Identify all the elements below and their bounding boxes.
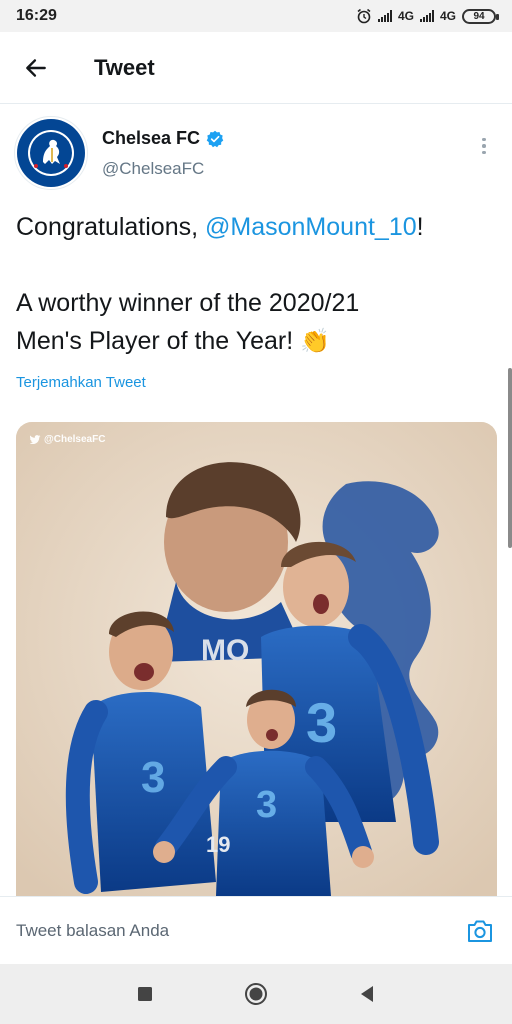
scrollbar[interactable] <box>508 368 512 548</box>
network-label-2: 4G <box>439 9 456 23</box>
back-button[interactable] <box>0 32 72 104</box>
media-watermark: @ChelseaFC <box>30 434 105 445</box>
circle-icon <box>244 983 267 1005</box>
tweet-text-prefix: Congratulations, <box>16 213 206 241</box>
tweet-text-suffix: ! <box>416 213 424 241</box>
sponsor-text-left: 3 <box>141 753 165 802</box>
status-bar: 16:29 4G 4G 94 <box>0 0 512 32</box>
arrow-left-icon <box>26 58 46 77</box>
battery-icon: 94 <box>462 8 499 24</box>
author-name-row: Chelsea FC <box>102 128 224 149</box>
tweet-line-3-text: Men's Player of the Year! <box>16 327 301 355</box>
sponsor-text-right: 3 <box>306 691 337 754</box>
twitter-bird-icon <box>30 435 41 444</box>
tweet-text: Congratulations, @MasonMount_10! A worth… <box>16 208 496 361</box>
chelsea-crest-icon <box>17 119 85 187</box>
author-text: Chelsea FC @ChelseaFC <box>102 116 224 196</box>
mention-link[interactable]: @MasonMount_10 <box>205 213 417 241</box>
alarm-icon <box>357 8 371 24</box>
app-header: Tweet <box>0 32 512 104</box>
avatar[interactable] <box>14 116 88 190</box>
clapping-hands-emoji: 👏 <box>300 328 330 355</box>
reply-input[interactable] <box>16 920 464 941</box>
tweet-line-1: Congratulations, @MasonMount_10! <box>16 208 496 246</box>
author-name[interactable]: Chelsea FC <box>102 128 200 149</box>
system-back-button[interactable] <box>347 974 387 1014</box>
tweet-line-2: A worthy winner of the 2020/21 <box>16 289 360 317</box>
tweet-author: Chelsea FC @ChelseaFC <box>14 116 498 196</box>
shirt-number-text: 19 <box>206 832 230 857</box>
status-icons: 4G 4G 94 <box>356 8 499 24</box>
system-nav-bar <box>0 964 512 1024</box>
recent-apps-button[interactable] <box>125 974 165 1014</box>
triangle-back-icon <box>360 986 373 1002</box>
home-button[interactable] <box>236 974 276 1014</box>
status-time: 16:29 <box>16 7 57 24</box>
translate-tweet-link[interactable]: Terjemahkan Tweet <box>16 374 146 391</box>
reply-bar <box>0 896 512 964</box>
verified-badge-icon <box>206 130 224 147</box>
sponsor-text-center: 3 <box>256 784 277 826</box>
signal-icon <box>377 10 392 22</box>
tweet-media-image[interactable]: MO 3 3 3 19 @ChelseaFC <box>16 422 497 896</box>
author-handle[interactable]: @ChelseaFC <box>102 159 224 179</box>
player-poster-illustration: MO 3 3 3 19 <box>16 422 497 896</box>
camera-icon <box>468 920 492 942</box>
square-icon <box>138 987 153 1001</box>
shirt-name-text: MO <box>201 634 249 667</box>
watermark-handle: @ChelseaFC <box>44 434 106 445</box>
battery-level: 94 <box>473 10 485 22</box>
network-label-1: 4G <box>397 9 414 23</box>
signal-icon <box>419 10 434 22</box>
more-vertical-icon[interactable] <box>474 134 494 158</box>
tweet-line-3: Men's Player of the Year! 👏 <box>16 322 496 361</box>
camera-button[interactable] <box>464 915 496 947</box>
page-title: Tweet <box>94 54 155 80</box>
